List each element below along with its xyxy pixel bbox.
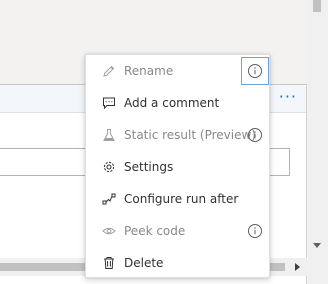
menu-item-label: Peek code bbox=[124, 224, 186, 238]
comment-icon bbox=[101, 95, 117, 111]
scroll-down-arrow-icon[interactable] bbox=[313, 243, 321, 248]
menu-item-rename[interactable]: Rename bbox=[86, 55, 269, 87]
peek-code-info-button[interactable] bbox=[241, 217, 269, 245]
pencil-icon bbox=[101, 63, 117, 79]
more-options-button[interactable]: ··· bbox=[279, 89, 297, 105]
vertical-scrollbar[interactable] bbox=[308, 0, 328, 284]
eye-icon bbox=[101, 223, 117, 239]
run-after-icon bbox=[101, 191, 117, 207]
menu-item-label: Configure run after bbox=[124, 192, 239, 206]
menu-item-static-result[interactable]: Static result (Preview) bbox=[86, 119, 269, 151]
menu-item-label: Add a comment bbox=[124, 96, 220, 110]
flask-icon bbox=[101, 127, 117, 143]
static-result-info-button[interactable] bbox=[241, 121, 269, 149]
gear-icon bbox=[101, 159, 117, 175]
scroll-right-arrow-icon[interactable] bbox=[295, 263, 300, 271]
menu-item-peek-code[interactable]: Peek code bbox=[86, 215, 269, 247]
rename-info-button[interactable] bbox=[241, 57, 269, 85]
trash-icon bbox=[101, 255, 117, 271]
menu-item-add-comment[interactable]: Add a comment bbox=[86, 87, 269, 119]
menu-item-settings[interactable]: Settings bbox=[86, 151, 269, 183]
info-icon bbox=[248, 224, 262, 238]
menu-item-label: Delete bbox=[124, 256, 164, 270]
vertical-scrollbar-thumb[interactable] bbox=[313, 0, 321, 12]
menu-item-configure-run-after[interactable]: Configure run after bbox=[86, 183, 269, 215]
context-menu: Rename Add a comment Static result (Prev… bbox=[85, 54, 270, 278]
info-icon bbox=[248, 128, 262, 142]
menu-item-label: Rename bbox=[124, 64, 174, 78]
menu-item-delete[interactable]: Delete bbox=[86, 247, 269, 279]
menu-item-label: Static result (Preview) bbox=[124, 128, 256, 142]
menu-item-label: Settings bbox=[124, 160, 174, 174]
info-icon bbox=[248, 64, 262, 78]
